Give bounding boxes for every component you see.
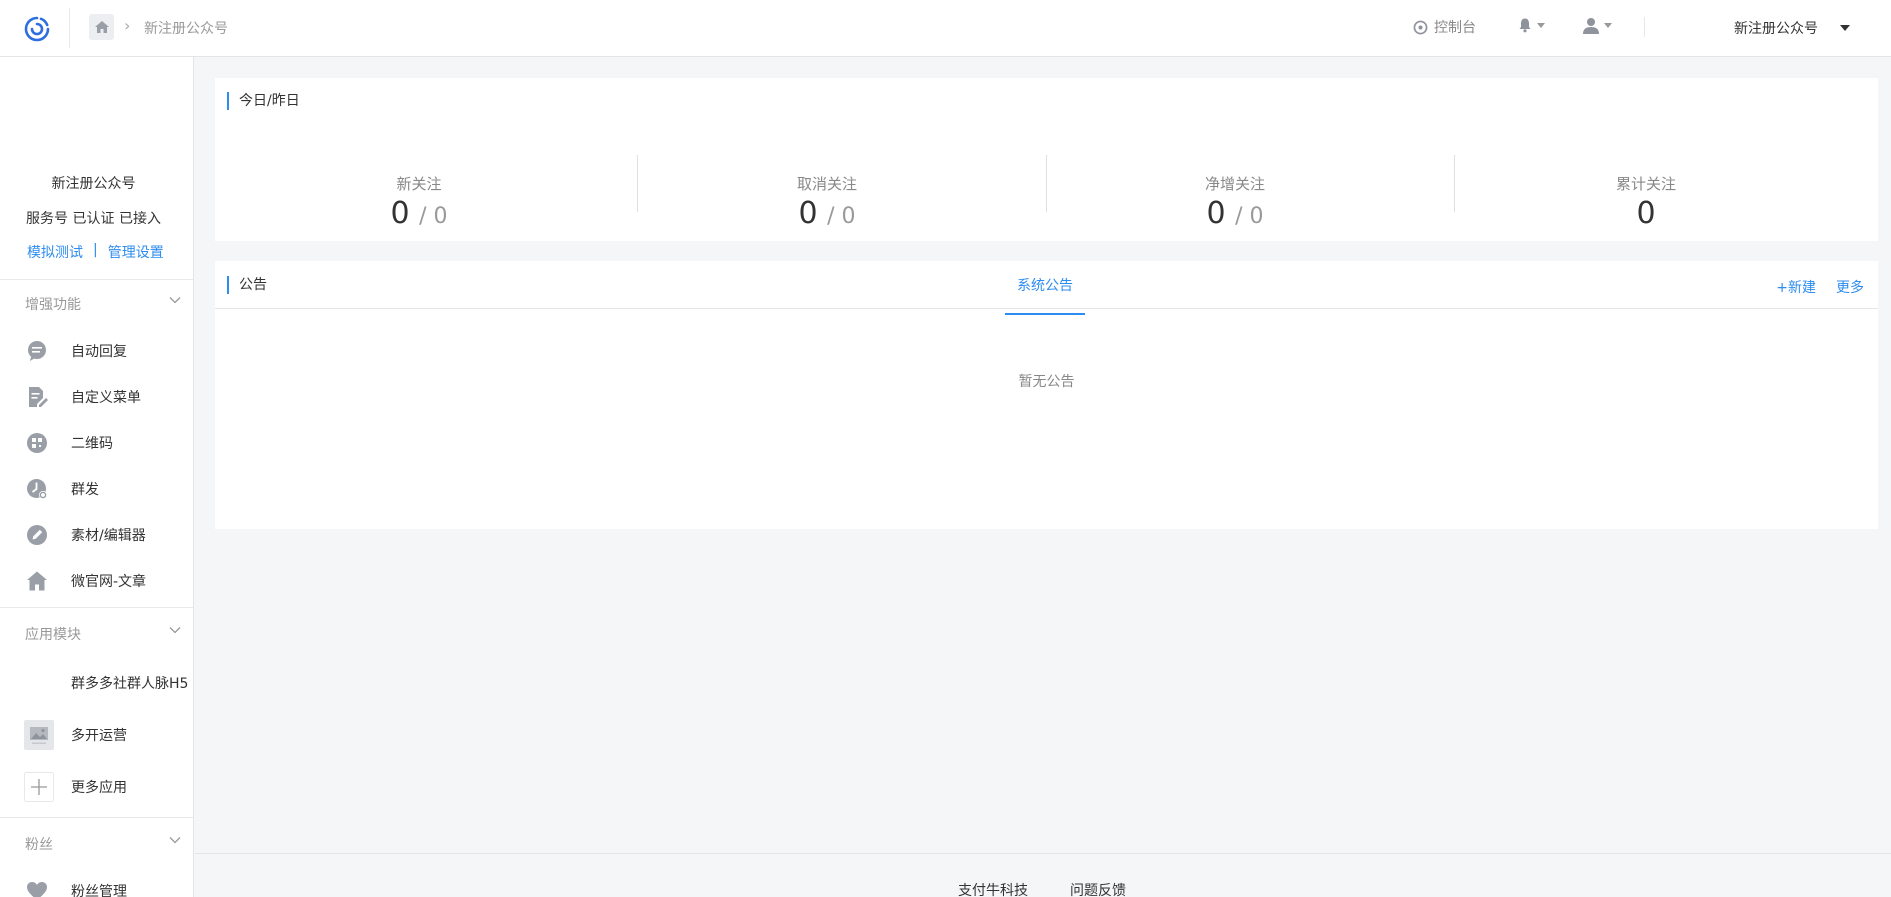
footer: 支付牛科技 问题反馈 (195, 853, 1891, 897)
stat-label: 累计关注 (1615, 175, 1676, 193)
pencil-icon (26, 524, 48, 546)
stat-yesterday-value: / 0 (1235, 204, 1264, 229)
console-link[interactable]: 控制台 (1413, 17, 1476, 37)
sidebar-item-qrcode[interactable]: 二维码 (0, 424, 193, 462)
chevron-right-icon: › (124, 16, 131, 35)
sidebar-group-enhanced[interactable]: 增强功能 (25, 294, 81, 314)
home-button[interactable] (89, 14, 114, 40)
header-divider (1644, 17, 1645, 37)
stat-unfollow: 取消关注 0 / 0 (623, 173, 1031, 231)
sidebar-divider (0, 817, 193, 818)
notice-panel: 公告 系统公告 +新建 更多 暂无公告 (215, 261, 1878, 529)
chat-bubble-icon (26, 340, 48, 362)
sidebar-group-fans[interactable]: 粉丝 (25, 834, 53, 854)
stat-net-follow: 净增关注 0 / 0 (1031, 173, 1439, 231)
footer-feedback-link[interactable]: 问题反馈 (1070, 880, 1126, 897)
user-menu-button[interactable] (1582, 17, 1612, 34)
image-placeholder-icon (24, 720, 54, 750)
sidebar-divider (0, 279, 193, 280)
chevron-down-icon[interactable] (169, 624, 181, 636)
sidebar-item-micro-site[interactable]: 微官网-文章 (0, 562, 193, 600)
tab-system-notice[interactable]: 系统公告 (1005, 275, 1085, 315)
notifications-button[interactable] (1517, 17, 1545, 33)
account-selector-label: 新注册公众号 (1734, 21, 1818, 37)
stat-yesterday-value: / 0 (419, 204, 448, 229)
user-icon (1583, 18, 1599, 34)
chevron-down-icon (1537, 22, 1545, 28)
sidebar: 新注册公众号 服务号 已认证 已接入 模拟测试 | 管理设置 增强功能 自动回复… (0, 57, 194, 897)
notice-panel-title: 公告 (227, 276, 267, 294)
link-separator: | (93, 242, 98, 258)
bell-icon (1519, 18, 1531, 33)
account-selector[interactable]: 新注册公众号 (1734, 18, 1850, 38)
account-name: 新注册公众号 (51, 176, 136, 192)
sidebar-item-label: 粉丝管理 (71, 884, 127, 897)
account-status: 服务号 已认证 已接入 (26, 211, 161, 227)
stat-today-value: 0 (1206, 196, 1226, 231)
chevron-down-icon[interactable] (169, 294, 181, 306)
heart-icon (26, 880, 48, 897)
chevron-down-icon[interactable] (169, 834, 181, 846)
stat-total-follow: 累计关注 0 (1442, 173, 1850, 231)
sidebar-item-label: 自动回复 (71, 344, 127, 360)
stat-value: 0 / 0 (623, 196, 1031, 231)
sidebar-item-label: 更多应用 (71, 780, 127, 796)
stat-today-value: 0 (798, 196, 818, 231)
stat-label: 新关注 (396, 175, 442, 193)
home-icon (94, 21, 109, 33)
sidebar-item-mass-send[interactable]: 群发 (0, 470, 193, 508)
footer-company-link[interactable]: 支付牛科技 (958, 880, 1028, 897)
manage-settings-link[interactable]: 管理设置 (108, 242, 164, 262)
chevron-down-icon (1840, 25, 1850, 31)
stat-label: 净增关注 (1204, 175, 1265, 193)
stat-value: 0 / 0 (215, 196, 623, 231)
empty-notice-message: 暂无公告 (1018, 374, 1075, 390)
more-notice-link[interactable]: 更多 (1836, 277, 1864, 297)
console-label: 控制台 (1434, 20, 1476, 36)
stat-value: 0 / 0 (1031, 196, 1439, 231)
sidebar-item-material-editor[interactable]: 素材/编辑器 (0, 516, 193, 554)
sidebar-item-label: 微官网-文章 (71, 574, 147, 590)
plus-icon (24, 772, 54, 802)
home-icon (26, 570, 48, 592)
sidebar-item-label: 多开运营 (71, 728, 127, 744)
sidebar-item-label: 群多多社群人脉H5 (71, 676, 189, 692)
stat-label: 取消关注 (796, 175, 857, 193)
stat-value: 0 (1442, 196, 1850, 231)
top-bar: › 新注册公众号 控制台 新注册公众号 (0, 0, 1891, 57)
sidebar-item-label: 群发 (71, 482, 99, 498)
sidebar-item-label: 素材/编辑器 (71, 528, 146, 544)
header-divider (69, 8, 70, 48)
logo-icon[interactable] (22, 14, 52, 44)
notice-actions: +新建 更多 (1776, 277, 1864, 297)
new-notice-link[interactable]: +新建 (1776, 277, 1816, 297)
breadcrumb-current: 新注册公众号 (144, 21, 228, 37)
sidebar-item-label: 二维码 (71, 436, 113, 452)
stats-panel-title: 今日/昨日 (227, 92, 300, 110)
sidebar-item-multi-operation[interactable]: 多开运营 (0, 716, 193, 754)
sidebar-item-auto-reply[interactable]: 自动回复 (0, 332, 193, 370)
sidebar-item-more-apps[interactable]: 更多应用 (0, 768, 193, 806)
sidebar-item-fans-management[interactable]: 粉丝管理 (0, 872, 193, 897)
clock-icon (26, 478, 48, 500)
sidebar-item-custom-menu[interactable]: 自定义菜单 (0, 378, 193, 416)
qrcode-icon (26, 432, 48, 454)
tab-underline (215, 308, 1878, 309)
sidebar-divider (0, 607, 193, 608)
sidebar-item-app-qunduoduo[interactable]: 群多多社群人脉H5 (0, 664, 193, 702)
stat-today-value: 0 (1636, 196, 1656, 231)
chevron-down-icon (1604, 23, 1612, 28)
account-links: 模拟测试 | 管理设置 (27, 242, 164, 262)
stats-panel: 今日/昨日 新关注 0 / 0 取消关注 0 / 0 净增关注 0 / 0 累计… (215, 78, 1878, 241)
stat-yesterday-value: / 0 (827, 204, 856, 229)
sidebar-item-label: 自定义菜单 (71, 390, 141, 406)
stat-today-value: 0 (390, 196, 410, 231)
stat-new-follow: 新关注 0 / 0 (215, 173, 623, 231)
dashboard-icon (1413, 20, 1428, 34)
edit-document-icon (26, 386, 48, 408)
simulate-test-link[interactable]: 模拟测试 (27, 242, 83, 262)
sidebar-group-apps[interactable]: 应用模块 (25, 624, 81, 644)
